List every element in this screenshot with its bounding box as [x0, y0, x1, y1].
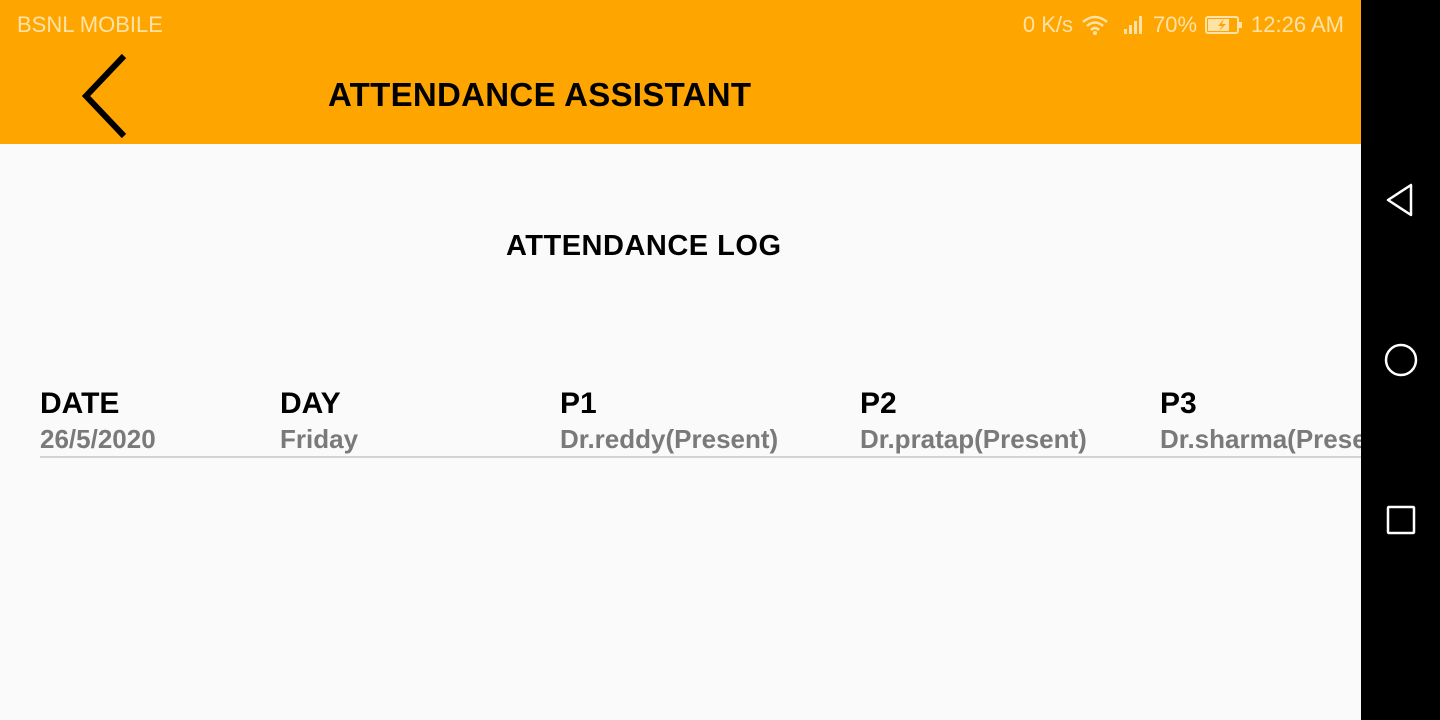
column-p2: P2 Dr.pratap(Present)	[860, 386, 1087, 456]
app-bar: BSNL MOBILE 0 K/s 70% 12:26 AM ATTENDANC…	[0, 0, 1361, 144]
row-divider	[40, 456, 1361, 458]
signal-icon	[1123, 15, 1145, 35]
battery-charging-icon	[1205, 15, 1243, 35]
cell-value: Dr.sharma(Present)	[1160, 424, 1361, 454]
carrier-name: BSNL MOBILE	[17, 12, 163, 37]
app-title: ATTENDANCE ASSISTANT	[328, 76, 752, 113]
nav-back-button[interactable]	[1381, 180, 1421, 220]
chevron-left-icon	[81, 53, 127, 139]
navigation-bar	[1361, 0, 1440, 720]
back-button[interactable]	[74, 50, 134, 142]
cell-value: Dr.reddy(Present)	[560, 424, 779, 454]
attendance-log-table: DATE 26/5/2020 DAY Friday P1 Dr.reddy(Pr…	[40, 386, 1361, 458]
column-header: P3	[1160, 387, 1197, 420]
column-day: DAY Friday	[280, 386, 358, 456]
status-bar: BSNL MOBILE 0 K/s 70% 12:26 AM	[0, 0, 1361, 48]
column-date: DATE 26/5/2020	[40, 386, 156, 456]
screen: BSNL MOBILE 0 K/s 70% 12:26 AM ATTENDANC…	[0, 0, 1440, 720]
app-window: BSNL MOBILE 0 K/s 70% 12:26 AM ATTENDANC…	[0, 0, 1361, 720]
page-heading: ATTENDANCE LOG	[506, 230, 782, 262]
column-header: P2	[860, 387, 897, 420]
cell-value: 26/5/2020	[40, 424, 156, 454]
column-header: P1	[560, 387, 597, 420]
wifi-icon	[1081, 14, 1109, 36]
column-header: DATE	[40, 387, 120, 420]
square-recents-icon	[1386, 505, 1416, 535]
column-header: DAY	[280, 387, 341, 420]
clock: 12:26 AM	[1251, 12, 1344, 37]
battery-level: 70%	[1153, 12, 1198, 37]
cell-value: Dr.pratap(Present)	[860, 424, 1087, 454]
network-speed: 0 K/s	[1022, 12, 1073, 37]
column-p1: P1 Dr.reddy(Present)	[560, 386, 778, 456]
nav-home-button[interactable]	[1381, 340, 1421, 380]
status-icons: 0 K/s 70% 12:26 AM	[1023, 12, 1344, 38]
circle-home-icon	[1384, 343, 1418, 377]
nav-recents-button[interactable]	[1381, 500, 1421, 540]
column-p3: P3 Dr.sharma(Present)	[1160, 386, 1361, 456]
cell-value: Friday	[280, 424, 359, 454]
triangle-back-icon	[1386, 183, 1413, 217]
